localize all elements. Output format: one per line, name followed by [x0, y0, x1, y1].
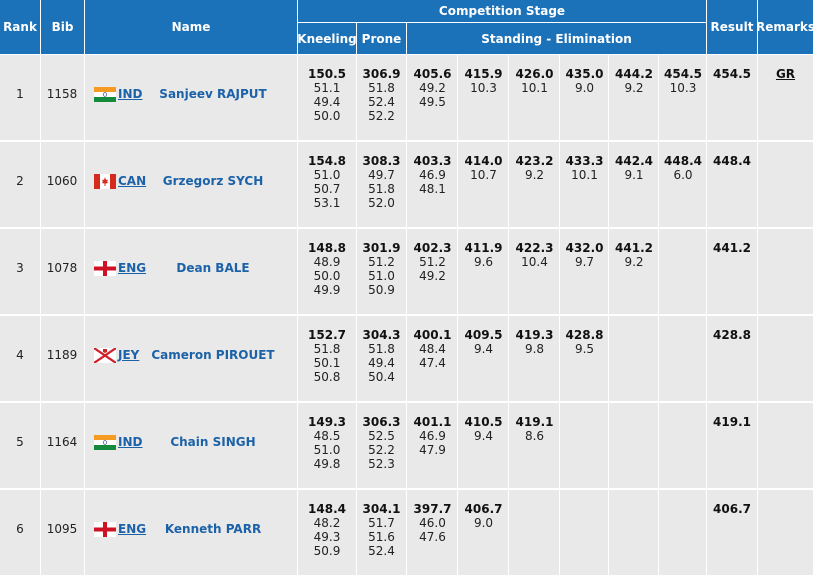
table-row: 6 1095 ENG Kenneth PARR 148.4 48.2 49.3 50.9 304…: [0, 490, 813, 576]
header-result: Result: [707, 0, 757, 54]
results-table: Rank Bib Name Competition Stage Kneeling…: [0, 0, 813, 580]
standing-scores: 448.4 6.0: [664, 154, 702, 182]
standing-scores: 414.0 10.7: [464, 154, 503, 182]
standing-scores: 400.1 48.4 47.4: [413, 328, 452, 370]
standing-scores: 401.1 46.9 47.9: [413, 415, 452, 457]
standing-scores: 442.4 9.1: [615, 154, 653, 182]
standing-scores: 419.3 9.8: [515, 328, 554, 356]
athlete-name-link[interactable]: Cameron PIROUET: [148, 348, 278, 362]
standing-scores: 409.5 9.4: [464, 328, 503, 356]
kneeling-scores: 154.8 51.0 50.7 53.1: [308, 154, 346, 210]
header-remarks: Remarks: [756, 0, 813, 54]
rank-cell: 2: [16, 174, 24, 188]
india-flag-icon: [94, 435, 116, 450]
standing-scores: 406.7 9.0: [464, 502, 503, 530]
prone-scores: 304.1 51.7 51.6 52.4: [362, 502, 401, 558]
kneeling-scores: 150.5 51.1 49.4 50.0: [308, 67, 346, 123]
country-code-link[interactable]: IND: [118, 435, 142, 449]
table-row: 1 1158 IND Sanjeev RAJPUT 150.5 51.1 49.4 50.0 3…: [0, 55, 813, 141]
bib-cell: 1078: [46, 261, 78, 275]
standing-scores: 405.6 49.2 49.5: [413, 67, 452, 109]
canada-flag-icon: [94, 174, 116, 189]
bib-cell: 1164: [46, 435, 78, 449]
standing-scores: 426.0 10.1: [515, 67, 554, 95]
kneeling-scores: 148.8 48.9 50.0 49.9: [308, 241, 346, 297]
prone-scores: 306.9 51.8 52.4 52.2: [362, 67, 401, 123]
standing-scores: 411.9 9.6: [464, 241, 503, 269]
result-cell: 454.5: [713, 67, 751, 81]
prone-scores: 301.9 51.2 51.0 50.9: [362, 241, 401, 297]
rank-cell: 6: [16, 522, 24, 536]
kneeling-scores: 152.7 51.8 50.1 50.8: [308, 328, 346, 384]
standing-scores: 432.0 9.7: [565, 241, 604, 269]
header-rank: Rank: [0, 0, 40, 54]
athlete-name-link[interactable]: Dean BALE: [148, 261, 278, 275]
header-bib: Bib: [41, 0, 84, 54]
result-cell: 406.7: [713, 502, 751, 516]
header-name: Name: [85, 0, 297, 54]
standing-scores: 403.3 46.9 48.1: [413, 154, 452, 196]
athlete-name-link[interactable]: Grzegorz SYCH: [148, 174, 278, 188]
bib-cell: 1158: [46, 87, 78, 101]
rank-cell: 5: [16, 435, 24, 449]
prone-scores: 306.3 52.5 52.2 52.3: [362, 415, 401, 471]
standing-scores: 435.0 9.0: [565, 67, 604, 95]
bib-cell: 1095: [46, 522, 78, 536]
rank-cell: 4: [16, 348, 24, 362]
athlete-name-link[interactable]: Chain SINGH: [148, 435, 278, 449]
standing-scores: 415.9 10.3: [464, 67, 503, 95]
country-code-link[interactable]: ENG: [118, 522, 146, 536]
standing-scores: 428.8 9.5: [565, 328, 604, 356]
india-flag-icon: [94, 87, 116, 102]
country-code-link[interactable]: CAN: [118, 174, 146, 188]
table-row: 4 1189 JEY Cameron PIROUET 152.7 51.8 50.1 50.8…: [0, 316, 813, 402]
country-code-link[interactable]: ENG: [118, 261, 146, 275]
country-code-link[interactable]: IND: [118, 87, 142, 101]
standing-scores: 419.1 8.6: [515, 415, 554, 443]
athlete-name-link[interactable]: Sanjeev RAJPUT: [148, 87, 278, 101]
standing-scores: 410.5 9.4: [464, 415, 503, 443]
header-kneeling: Kneeling: [297, 23, 357, 54]
header-standing: Standing - Elimination: [407, 23, 706, 54]
standing-scores: 454.5 10.3: [664, 67, 702, 95]
standing-scores: 441.2 9.2: [615, 241, 653, 269]
table-row: 2 1060 CAN Grzegorz SYCH 154.8 51.0 50.7 53.1 30…: [0, 142, 813, 228]
result-cell: 448.4: [713, 154, 751, 168]
jersey-flag-icon: [93, 347, 117, 364]
athlete-name-link[interactable]: Kenneth PARR: [148, 522, 278, 536]
rank-cell: 1: [16, 87, 24, 101]
header-competition-stage: Competition Stage: [298, 0, 706, 22]
bib-cell: 1189: [46, 348, 78, 362]
prone-scores: 304.3 51.8 49.4 50.4: [362, 328, 401, 384]
standing-scores: 444.2 9.2: [615, 67, 653, 95]
country-code-link[interactable]: JEY: [118, 348, 139, 362]
table-row: 5 1164 IND Chain SINGH 149.3 48.5 51.0 49.8 306.…: [0, 403, 813, 489]
standing-scores: 402.3 51.2 49.2: [413, 241, 452, 283]
rank-cell: 3: [16, 261, 24, 275]
standing-scores: 422.3 10.4: [515, 241, 554, 269]
result-cell: 428.8: [713, 328, 751, 342]
standing-scores: 423.2 9.2: [515, 154, 554, 182]
standing-scores: 433.3 10.1: [565, 154, 604, 182]
bib-cell: 1060: [46, 174, 78, 188]
prone-scores: 308.3 49.7 51.8 52.0: [362, 154, 401, 210]
result-cell: 419.1: [713, 415, 751, 429]
remark-link[interactable]: GR: [758, 67, 813, 81]
kneeling-scores: 148.4 48.2 49.3 50.9: [308, 502, 346, 558]
england-flag-icon: [94, 261, 116, 276]
header-prone: Prone: [357, 23, 406, 54]
kneeling-scores: 149.3 48.5 51.0 49.8: [308, 415, 346, 471]
table-row: 3 1078 ENG Dean BALE 148.8 48.9 50.0 49.9 301.9 5…: [0, 229, 813, 315]
england-flag-icon: [94, 522, 116, 537]
result-cell: 441.2: [713, 241, 751, 255]
standing-scores: 397.7 46.0 47.6: [413, 502, 452, 544]
